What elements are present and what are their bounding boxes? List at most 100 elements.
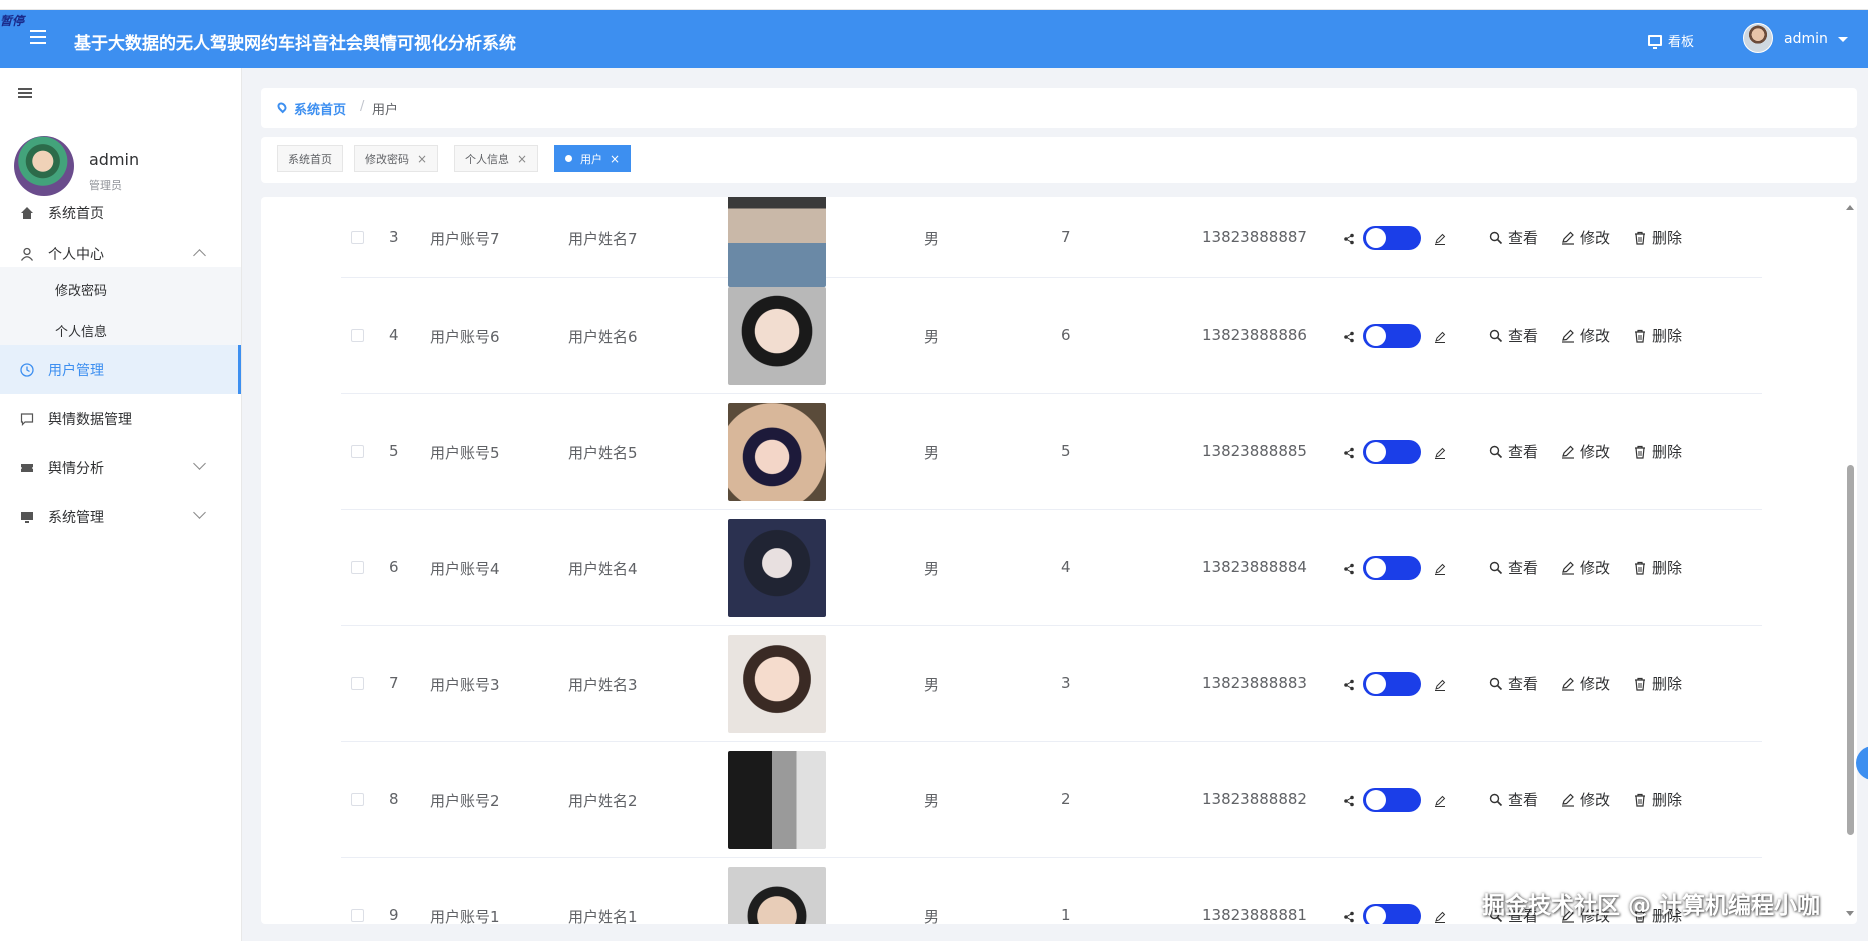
table-row: 3 用户账号7 用户姓名7 男 7 13823888887 查看 修改 删除 — [341, 197, 1762, 287]
scroll-down-arrow-icon[interactable] — [1846, 911, 1854, 916]
edit-label: 修改 — [1580, 327, 1611, 345]
active-dot-icon — [565, 155, 572, 162]
sidebar-subitem-personal-info[interactable]: 个人信息 — [0, 311, 241, 349]
status-switch[interactable] — [1363, 226, 1421, 250]
delete-button[interactable]: 删除 — [1633, 557, 1682, 578]
view-label: 查看 — [1508, 229, 1539, 247]
row-checkbox[interactable] — [351, 561, 364, 574]
share-icon[interactable] — [1343, 331, 1355, 343]
view-button[interactable]: 查看 — [1489, 673, 1538, 694]
status-switch[interactable] — [1363, 556, 1421, 580]
sidebar-item-user-management[interactable]: 用户管理 — [0, 345, 241, 394]
caret-down-icon[interactable] — [1838, 37, 1848, 42]
close-icon[interactable]: × — [610, 152, 620, 166]
edit-pen-icon[interactable] — [1434, 795, 1446, 807]
delete-button[interactable]: 删除 — [1633, 673, 1682, 694]
status-switch[interactable] — [1363, 672, 1421, 696]
edit-pen-icon[interactable] — [1434, 331, 1446, 343]
chevron-up-icon — [193, 249, 206, 262]
edit-label: 修改 — [1580, 559, 1611, 577]
sidebar-item-sentiment-data[interactable]: 舆情数据管理 — [0, 394, 241, 443]
breadcrumb-current: 用户 — [372, 103, 399, 118]
tab-change-password[interactable]: 修改密码 × — [354, 145, 439, 172]
share-icon[interactable] — [1343, 679, 1355, 691]
row-checkbox[interactable] — [351, 445, 364, 458]
edit-pen-icon[interactable] — [1434, 563, 1446, 575]
delete-button[interactable]: 删除 — [1633, 441, 1682, 462]
view-label: 查看 — [1508, 443, 1539, 461]
share-icon[interactable] — [1343, 233, 1355, 245]
delete-button[interactable]: 删除 — [1633, 789, 1682, 810]
row-age: 3 — [1061, 674, 1071, 692]
collapse-menu-icon[interactable] — [18, 88, 32, 98]
edit-pen-icon[interactable] — [1434, 679, 1446, 691]
delete-button[interactable]: 删除 — [1633, 325, 1682, 346]
scroll-up-arrow-icon[interactable] — [1846, 205, 1854, 210]
search-icon — [1489, 231, 1503, 244]
tab-personal-info[interactable]: 个人信息 × — [454, 145, 539, 172]
status-switch[interactable] — [1363, 788, 1421, 812]
row-checkbox[interactable] — [351, 793, 364, 806]
row-name: 用户姓名2 — [568, 792, 638, 810]
edit-pen-icon[interactable] — [1434, 233, 1446, 245]
row-checkbox[interactable] — [351, 677, 364, 690]
status-switch[interactable] — [1363, 904, 1421, 924]
edit-button[interactable]: 修改 — [1561, 789, 1610, 810]
row-account: 用户账号1 — [430, 908, 500, 924]
view-button[interactable]: 查看 — [1489, 325, 1538, 346]
row-phone: 13823888885 — [1202, 442, 1307, 460]
menu-icon[interactable] — [30, 30, 46, 44]
edit-button[interactable]: 修改 — [1561, 557, 1610, 578]
board-link[interactable]: 看板 — [1648, 31, 1694, 50]
scroll-thumb[interactable] — [1847, 465, 1854, 835]
delete-label: 删除 — [1652, 327, 1683, 345]
edit-pen-icon[interactable] — [1434, 911, 1446, 923]
row-photo — [728, 403, 826, 501]
row-age: 2 — [1061, 790, 1071, 808]
edit-button[interactable]: 修改 — [1561, 441, 1610, 462]
header-avatar[interactable] — [1743, 23, 1773, 53]
sidebar-subitem-change-password[interactable]: 修改密码 — [0, 267, 241, 311]
row-gender: 男 — [924, 328, 940, 346]
row-account: 用户账号2 — [430, 792, 500, 810]
share-icon[interactable] — [1343, 563, 1355, 575]
row-checkbox[interactable] — [351, 231, 364, 244]
row-checkbox[interactable] — [351, 329, 364, 342]
monitor-icon — [21, 511, 33, 523]
row-gender: 男 — [924, 792, 940, 810]
vertical-scrollbar[interactable] — [1842, 197, 1858, 924]
close-icon[interactable]: × — [417, 152, 427, 166]
trash-icon — [1635, 231, 1645, 245]
row-photo — [728, 519, 826, 617]
edit-icon — [1562, 677, 1574, 691]
edit-label: 修改 — [1580, 443, 1611, 461]
status-switch[interactable] — [1363, 440, 1421, 464]
tab-home[interactable]: 系统首页 — [277, 145, 343, 172]
edit-button[interactable]: 修改 — [1561, 227, 1610, 248]
edit-button[interactable]: 修改 — [1561, 673, 1610, 694]
edit-pen-icon[interactable] — [1434, 447, 1446, 459]
close-icon[interactable]: × — [517, 152, 527, 166]
share-icon[interactable] — [1343, 795, 1355, 807]
share-icon[interactable] — [1343, 447, 1355, 459]
breadcrumb-home[interactable]: 系统首页 — [294, 99, 346, 118]
share-icon[interactable] — [1343, 911, 1355, 923]
row-checkbox[interactable] — [351, 909, 364, 922]
header-username[interactable]: admin — [1784, 31, 1828, 47]
delete-button[interactable]: 删除 — [1633, 227, 1682, 248]
edit-button[interactable]: 修改 — [1561, 325, 1610, 346]
row-index: 6 — [389, 558, 399, 576]
row-phone: 13823888881 — [1202, 906, 1307, 924]
view-button[interactable]: 查看 — [1489, 557, 1538, 578]
view-button[interactable]: 查看 — [1489, 227, 1538, 248]
sidebar-item-system-management[interactable]: 系统管理 — [0, 492, 241, 541]
row-age: 6 — [1061, 326, 1071, 344]
view-button[interactable]: 查看 — [1489, 789, 1538, 810]
tab-user[interactable]: 用户 × — [554, 145, 632, 172]
edit-icon — [1562, 445, 1574, 459]
tab-label: 个人信息 — [465, 152, 509, 166]
status-switch[interactable] — [1363, 324, 1421, 348]
sidebar-item-sentiment-analysis[interactable]: 舆情分析 — [0, 443, 241, 492]
view-button[interactable]: 查看 — [1489, 441, 1538, 462]
row-photo — [728, 751, 826, 849]
